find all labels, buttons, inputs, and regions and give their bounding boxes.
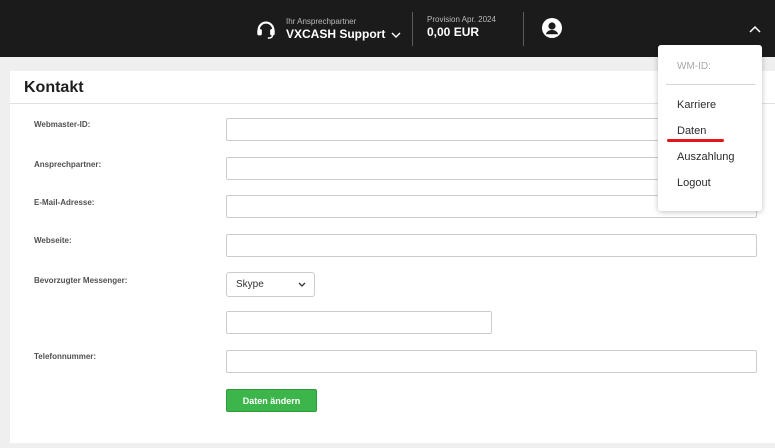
headset-icon [257,21,275,39]
menu-item-karriere[interactable]: Karriere [677,99,716,111]
chevron-down-icon [298,282,306,287]
chevron-down-icon [391,32,401,38]
menu-item-logout[interactable]: Logout [677,177,711,189]
contact-person-dropdown[interactable]: Ihr Ansprechpartner VXCASH Support [255,14,401,44]
phone-label: Telefonnummer: [34,352,97,361]
provision-value: 0,00 EUR [427,25,480,39]
header-divider [523,12,524,46]
email-label: E-Mail-Adresse: [34,198,95,207]
phone-input[interactable] [226,350,757,373]
chevron-up-icon[interactable] [749,25,761,33]
contact-name: VXCASH Support [286,27,386,41]
user-icon[interactable] [542,18,562,38]
header-divider [412,12,413,46]
menu-item-auszahlung[interactable]: Auszahlung [677,151,735,163]
menu-wm-id: WM-ID: [677,61,711,72]
contact-person-label: Ansprechpartner: [34,160,102,169]
change-data-button[interactable]: Daten ändern [226,389,317,412]
page-title: Kontakt [24,79,84,96]
contact-label: Ihr Ansprechpartner [286,17,357,26]
menu-divider [666,84,755,85]
menu-item-daten[interactable]: Daten [677,125,706,137]
website-input[interactable] [226,234,757,257]
provision-display: Provision Apr. 2024 0,00 EUR [427,14,496,40]
messenger-label: Bevorzugter Messenger: [34,276,128,285]
provision-label: Provision Apr. 2024 [427,15,496,24]
messenger-contact-input[interactable] [226,311,492,334]
user-menu: WM-ID: Karriere Daten Auszahlung Logout [658,45,762,211]
website-label: Webseite: [34,236,72,245]
webmaster-id-label: Webmaster-ID: [34,120,91,129]
messenger-select[interactable]: Skype [226,272,315,297]
daten-underline-marker [667,139,724,142]
messenger-selected-value: Skype [236,279,264,290]
